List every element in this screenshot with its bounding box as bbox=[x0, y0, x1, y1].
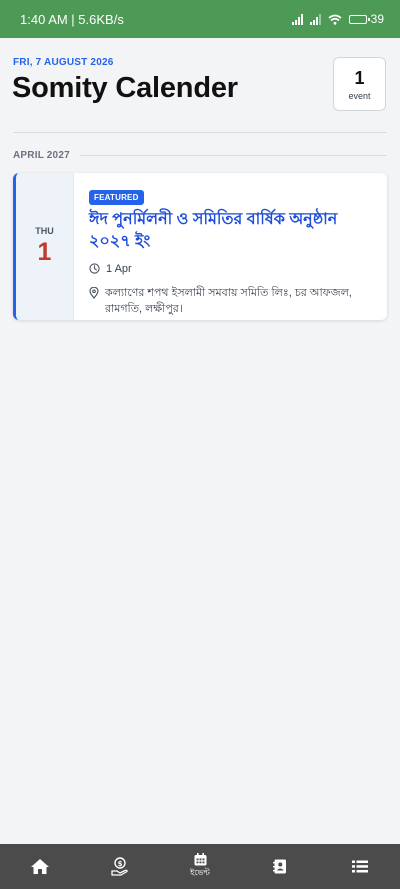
svg-text:$: $ bbox=[118, 860, 123, 868]
clock-icon bbox=[89, 263, 100, 274]
event-day: 1 bbox=[37, 238, 52, 266]
event-date: 1 Apr bbox=[106, 263, 132, 275]
event-title: ঈদ পুনর্মিলনী ও সমিতির বার্ষিক অনুষ্ঠান … bbox=[89, 211, 338, 250]
list-icon bbox=[352, 860, 368, 873]
calendar-icon bbox=[194, 853, 206, 866]
money-hand-icon: $ bbox=[111, 857, 128, 876]
month-label: APRIL 2027 bbox=[13, 150, 70, 161]
home-icon bbox=[31, 859, 49, 874]
event-location: কল্যাণের শপথ ইসলামী সমবায় সমিতি লিঃ, চর… bbox=[105, 287, 352, 315]
signal-2-icon bbox=[309, 13, 321, 25]
event-details: FEATURED ঈদ পুনর্মিলনী ও সমিতির বার্ষিক … bbox=[74, 173, 387, 320]
battery-indicator: 39 bbox=[348, 12, 384, 26]
wifi-icon bbox=[328, 14, 342, 25]
current-date: FRI, 7 AUGUST 2026 bbox=[13, 57, 114, 68]
header-divider bbox=[13, 132, 387, 133]
month-header: APRIL 2027 bbox=[13, 150, 387, 161]
signal-icon bbox=[291, 13, 303, 25]
event-location-row: কল্যাণের শপথ ইসলামী সমবায় সমিতি লিঃ, চর… bbox=[89, 285, 375, 317]
nav-home[interactable] bbox=[10, 844, 70, 889]
month-divider bbox=[79, 155, 387, 156]
event-count-label: event bbox=[348, 90, 371, 101]
nav-events-label: ইভেন্ট bbox=[190, 868, 210, 877]
page-title: Somity Calender bbox=[12, 72, 238, 104]
battery-percent: 39 bbox=[370, 12, 384, 26]
event-date-row: 1 Apr bbox=[89, 261, 375, 277]
featured-badge: FEATURED bbox=[89, 190, 144, 205]
nav-contacts[interactable] bbox=[250, 844, 310, 889]
nav-list[interactable] bbox=[330, 844, 390, 889]
nav-events[interactable]: ইভেন্ট bbox=[170, 844, 230, 889]
event-count-box: 1 event bbox=[333, 57, 386, 111]
status-icons: 39 bbox=[291, 12, 384, 26]
event-day-of-week: THU bbox=[35, 226, 54, 236]
contacts-book-icon bbox=[273, 859, 286, 874]
battery-icon bbox=[348, 14, 370, 24]
nav-savings[interactable]: $ bbox=[90, 844, 150, 889]
location-pin-icon bbox=[89, 287, 99, 299]
status-time: 1:40 AM | 5.6KB/s bbox=[20, 11, 124, 27]
event-count: 1 bbox=[354, 67, 365, 88]
event-card[interactable]: THU 1 FEATURED ঈদ পুনর্মিলনী ও সমিতির বা… bbox=[13, 173, 387, 320]
status-bar: 1:40 AM | 5.6KB/s 39 bbox=[0, 0, 400, 38]
bottom-nav: $ ইভেন্ট bbox=[0, 844, 400, 889]
event-date-block: THU 1 bbox=[16, 173, 74, 320]
